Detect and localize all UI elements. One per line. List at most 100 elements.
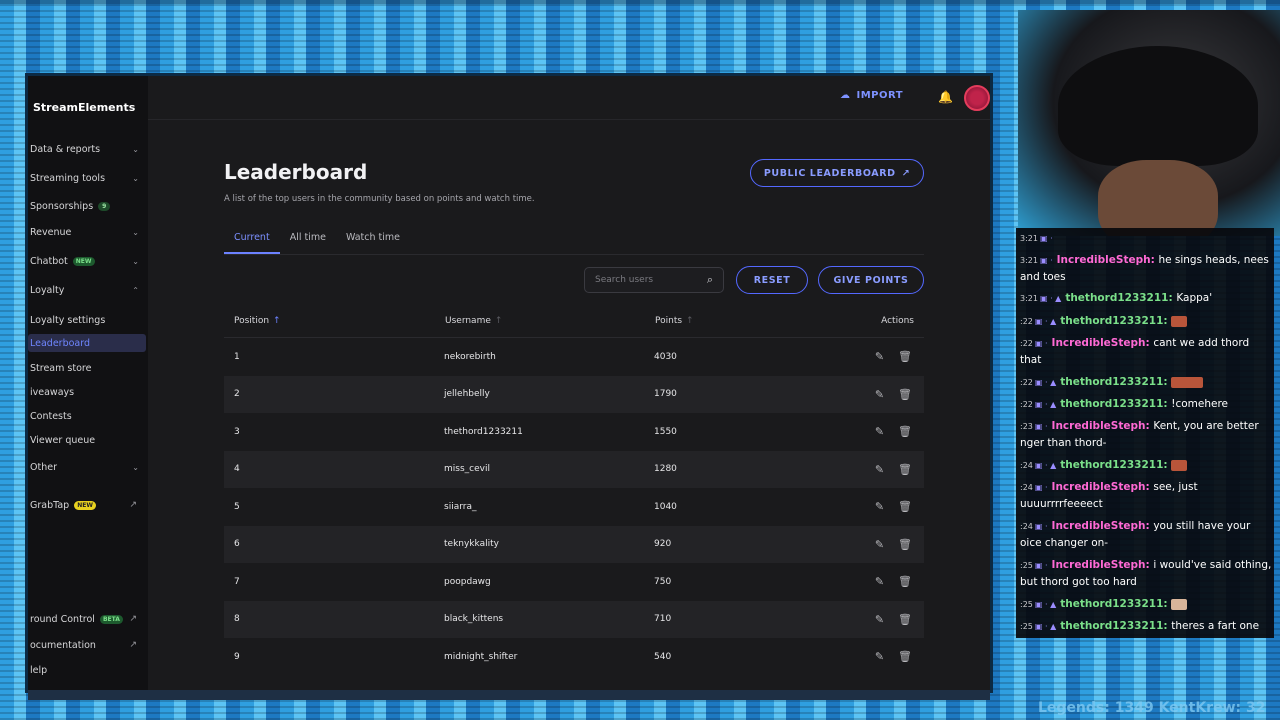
sidebar-item-viewer-queue[interactable]: Viewer queue — [30, 431, 145, 449]
search-icon[interactable]: ⌕ — [707, 273, 713, 287]
chat-line: :25 ▣ · ▲ thethord1233211: theres a fart o… — [1020, 620, 1260, 632]
trash-icon[interactable]: 🗑 — [898, 425, 912, 438]
chat-line: 3:21 ▣ · IncredibleSteph: he sings heads, … — [1020, 254, 1269, 283]
edit-icon[interactable]: ✎ — [875, 463, 884, 476]
page-title: Leaderboard — [224, 160, 368, 184]
edit-icon[interactable]: ✎ — [875, 350, 884, 363]
external-link-icon: ↗ — [129, 640, 137, 650]
trash-icon[interactable]: 🗑 — [898, 613, 912, 626]
column-points[interactable]: Points ↑ — [655, 316, 694, 326]
chevron-up-icon: ⌃ — [132, 285, 139, 295]
table-row: 6 teknykkality 920 ✎ 🗑 — [224, 525, 924, 563]
edit-icon[interactable]: ✎ — [875, 538, 884, 551]
external-link-icon: ↗ — [901, 167, 911, 179]
sidebar: StreamElements Data & reports ⌄ Streamin… — [28, 76, 148, 690]
chat-line: :24 ▣ · IncredibleSteph: see, just uuuurrr… — [1020, 481, 1198, 510]
sidebar-item-grabtap[interactable]: GrabTap NEW ↗ — [30, 496, 145, 514]
topbar: ☁ IMPORT 🔔 — [148, 76, 990, 120]
sidebar-item-documentation[interactable]: ocumentation ↗ — [30, 636, 145, 654]
chevron-down-icon: ⌄ — [132, 462, 139, 472]
edit-icon[interactable]: ✎ — [875, 613, 884, 626]
leaderboard-table: Position ↑ Username ↑ Points ↑ Actions 1… — [224, 308, 924, 676]
emote — [1171, 598, 1188, 610]
avatar[interactable] — [964, 85, 990, 111]
chat-line: :22 ▣ · ▲ thethord1233211: — [1020, 374, 1272, 391]
page-subtitle: A list of the top users in the community… — [224, 194, 535, 204]
table-row: 1 nekorebirth 4030 ✎ 🗑 — [234, 350, 912, 364]
chat-line: :25 ▣ · ▲ thethord1233211: — [1020, 596, 1272, 613]
chat-line: :24 ▣ · ▲ thethord1233211: — [1020, 457, 1272, 474]
sidebar-item-streaming-tools[interactable]: Streaming tools ⌄ — [30, 169, 145, 187]
chat-line: :22 ▣ · IncredibleSteph: cant we add thord… — [1020, 337, 1250, 366]
chevron-down-icon: ⌄ — [132, 173, 139, 183]
edit-icon[interactable]: ✎ — [875, 388, 884, 401]
edit-icon[interactable]: ✎ — [875, 575, 884, 588]
search-input[interactable] — [595, 275, 695, 285]
import-button[interactable]: ☁ IMPORT — [840, 90, 903, 101]
table-row: 4 miss_cevil 1280 ✎ 🗑 — [224, 450, 924, 488]
sidebar-item-stream-store[interactable]: Stream store — [30, 359, 145, 377]
sidebar-item-leaderboard[interactable]: Leaderboard — [28, 334, 146, 352]
trash-icon[interactable]: 🗑 — [898, 575, 912, 588]
sidebar-item-help[interactable]: lelp — [30, 661, 145, 679]
beta-badge: BETA — [99, 614, 123, 624]
column-position[interactable]: Position ↑ — [234, 316, 281, 326]
column-username[interactable]: Username ↑ — [445, 316, 502, 326]
sidebar-item-chatbot[interactable]: Chatbot NEW ⌄ — [30, 252, 145, 270]
edit-icon[interactable]: ✎ — [875, 650, 884, 663]
taskbar — [28, 690, 990, 700]
table-row: 7 poopdawg 750 ✎ 🗑 — [234, 575, 912, 589]
chat-line: :22 ▣ · ▲ thethord1233211: !comehere — [1020, 398, 1229, 410]
chat-line: 3:21 ▣ · — [1020, 234, 1053, 243]
chat-line: :24 ▣ · IncredibleSteph: you still have yo… — [1020, 520, 1251, 549]
table-row: 5 siiarra_ 1040 ✎ 🗑 — [234, 500, 912, 514]
chat-overlay: 3:21 ▣ · 3:21 ▣ · IncredibleSteph: he sings… — [1016, 228, 1274, 638]
chevron-down-icon: ⌄ — [132, 144, 139, 154]
table-header: Position ↑ Username ↑ Points ↑ Actions — [224, 308, 924, 338]
edit-icon[interactable]: ✎ — [875, 425, 884, 438]
sort-up-icon: ↑ — [273, 316, 281, 326]
new-badge: NEW — [72, 256, 95, 266]
trash-icon[interactable]: 🗑 — [898, 538, 912, 551]
webcam-hat — [1058, 46, 1258, 166]
external-link-icon: ↗ — [129, 500, 137, 510]
tab-all-time[interactable]: All time — [280, 228, 336, 254]
sidebar-item-revenue[interactable]: Revenue ⌄ — [30, 223, 145, 241]
sidebar-item-contests[interactable]: Contests — [30, 407, 145, 425]
sort-up-icon: ↑ — [686, 316, 694, 326]
new-badge: NEW — [74, 500, 96, 510]
public-leaderboard-button[interactable]: PUBLIC LEADERBOARD ↗ — [750, 159, 924, 187]
chat-line: :22 ▣ · ▲ thethord1233211: — [1020, 313, 1272, 330]
sidebar-item-giveaways[interactable]: iveaways — [30, 383, 145, 401]
column-actions: Actions — [881, 316, 914, 326]
sidebar-item-ground-control[interactable]: round Control BETA ↗ — [30, 610, 145, 628]
reset-button[interactable]: RESET — [736, 266, 808, 294]
table-row: 3 thethord1233211 1550 ✎ 🗑 — [234, 425, 912, 439]
edit-icon[interactable]: ✎ — [875, 500, 884, 513]
sidebar-item-loyalty[interactable]: Loyalty ⌃ — [30, 281, 145, 299]
trash-icon[interactable]: 🗑 — [898, 463, 912, 476]
table-row: 9 midnight_shifter 540 ✎ 🗑 — [234, 650, 912, 664]
stream-counter: Legends: 1349 KentKrew: 32 — [1038, 700, 1266, 716]
chevron-down-icon: ⌄ — [132, 256, 139, 266]
table-row: 8 black_kittens 710 ✎ 🗑 — [224, 600, 924, 638]
bell-icon[interactable]: 🔔 — [938, 90, 953, 104]
external-link-icon: ↗ — [129, 614, 137, 624]
chat-line: :25 ▣ · IncredibleSteph: i would've said o… — [1020, 559, 1272, 588]
sidebar-item-loyalty-settings[interactable]: Loyalty settings — [30, 311, 145, 329]
table-row: 2 jellehbelly 1790 ✎ 🗑 — [224, 375, 924, 413]
emote — [1171, 315, 1188, 327]
trash-icon[interactable]: 🗑 — [898, 350, 912, 363]
trash-icon[interactable]: 🗑 — [898, 650, 912, 663]
cloud-upload-icon: ☁ — [840, 90, 851, 101]
sidebar-item-other[interactable]: Other ⌄ — [30, 458, 145, 476]
sort-up-icon: ↑ — [494, 316, 503, 326]
sidebar-item-data-reports[interactable]: Data & reports ⌄ — [30, 140, 145, 158]
trash-icon[interactable]: 🗑 — [898, 388, 912, 401]
sidebar-item-sponsorships[interactable]: Sponsorships 9 — [30, 197, 145, 215]
tab-current[interactable]: Current — [224, 228, 280, 254]
tab-watch-time[interactable]: Watch time — [336, 228, 410, 254]
trash-icon[interactable]: 🗑 — [898, 500, 912, 513]
chat-line: 3:21 ▣ · ▲ thethord1233211: Kappa' — [1020, 292, 1213, 304]
give-points-button[interactable]: GIVE POINTS — [818, 266, 924, 294]
